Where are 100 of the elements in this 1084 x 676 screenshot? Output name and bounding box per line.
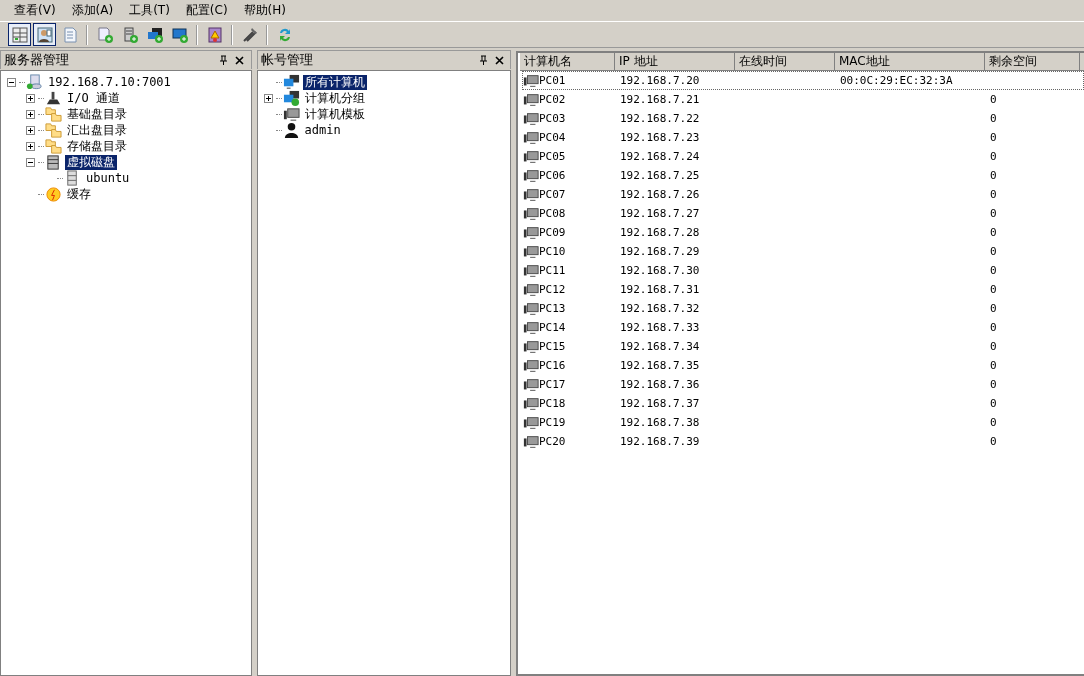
table-cell: PC18	[539, 397, 566, 410]
computer-icon	[523, 167, 539, 184]
tree-item[interactable]: 192.168.7.10:7001	[46, 74, 173, 90]
menu-item[interactable]: 查看(V)	[6, 0, 64, 21]
collapse-toggle[interactable]	[7, 77, 18, 87]
column-header[interactable]: 剩余空间	[985, 53, 1080, 70]
table-cell: PC13	[539, 302, 566, 315]
folders-icon	[45, 137, 62, 155]
tree-item[interactable]: 计算机分组	[302, 90, 367, 106]
table-cell: PC05	[539, 150, 566, 163]
expand-toggle[interactable]	[26, 141, 37, 151]
table-cell: 0	[990, 397, 997, 410]
expand-toggle[interactable]	[263, 93, 275, 103]
table-cell: PC08	[539, 207, 566, 220]
lightning-icon	[45, 185, 62, 203]
tree-item[interactable]: ubuntu	[84, 170, 132, 186]
toolbar-button[interactable]	[33, 23, 56, 46]
table-cell: 0	[990, 416, 997, 429]
table-cell-text: 192.168.7.30	[619, 264, 701, 277]
table-row[interactable]: PC15 192.168.7.34 0	[522, 337, 1084, 356]
warning-book-icon	[205, 25, 224, 44]
menu-item[interactable]: 添加(A)	[63, 0, 122, 21]
table-cell-text: 192.168.7.26	[619, 188, 701, 201]
tree-item[interactable]: 存储盘目录	[65, 138, 129, 154]
toolbar-button[interactable]	[8, 23, 31, 46]
table-row[interactable]: PC02 192.168.7.21 0	[522, 90, 1084, 109]
table-row[interactable]: PC13 192.168.7.32 0	[522, 299, 1084, 318]
table-row[interactable]: PC07 192.168.7.26 0	[522, 185, 1084, 204]
table-cell: 00:0C:29:EC:32:3A	[840, 74, 953, 87]
computer-icon	[523, 110, 539, 127]
table-row[interactable]: PC01 192.168.7.20 00:0C:29:EC:32:3A	[522, 71, 1084, 90]
menu-item[interactable]: 工具(T)	[121, 0, 178, 21]
table-cell: 0	[990, 359, 997, 372]
table-cell: PC20	[539, 435, 566, 448]
table-cell-text: 192.168.7.34	[619, 340, 701, 353]
expand-toggle[interactable]	[26, 125, 37, 135]
table-row[interactable]: PC06 192.168.7.25 0	[522, 166, 1084, 185]
folders-icon	[45, 121, 62, 139]
table-row[interactable]: PC09 192.168.7.28 0	[522, 223, 1084, 242]
table-row[interactable]: PC05 192.168.7.24 0	[522, 147, 1084, 166]
computer-icon	[523, 91, 539, 108]
table-cell: 0	[990, 207, 997, 220]
tree-item[interactable]: 汇出盘目录	[65, 122, 129, 138]
table-cell: PC17	[539, 378, 566, 391]
table-cell: PC14	[539, 321, 566, 334]
table-row[interactable]: PC12 192.168.7.31 0	[522, 280, 1084, 299]
table-row[interactable]: PC08 192.168.7.27 0	[522, 204, 1084, 223]
close-icon[interactable]	[494, 55, 504, 65]
table-cell: PC10	[539, 245, 566, 258]
table-cell: 0	[990, 340, 997, 353]
table-cell-text: 192.168.7.39	[619, 435, 701, 448]
pin-icon[interactable]	[219, 55, 228, 65]
column-header[interactable]: IP 地址	[615, 53, 735, 70]
tree-item[interactable]: I/O 通道	[65, 90, 122, 106]
pin-icon[interactable]	[478, 55, 488, 65]
menu-item[interactable]: 配置(C)	[177, 0, 236, 21]
tree-item[interactable]: 缓存	[65, 186, 93, 202]
table-cell: PC04	[539, 131, 566, 144]
table-cell: PC16	[539, 359, 566, 372]
table-cell-text: 192.168.7.36	[619, 378, 701, 391]
table-row[interactable]: PC11 192.168.7.30 0	[522, 261, 1084, 280]
table-cell: PC12	[539, 283, 566, 296]
tree-item[interactable]: 基础盘目录	[65, 106, 129, 122]
menu-item[interactable]: 帮助(H)	[235, 0, 294, 21]
table-cell: 0	[990, 169, 997, 182]
computer-icon	[523, 262, 539, 279]
column-header[interactable]: MAC地址	[835, 53, 985, 70]
table-row[interactable]: PC17 192.168.7.36 0	[522, 375, 1084, 394]
computer-icon	[523, 300, 539, 317]
column-header[interactable]: 计算机名	[520, 53, 615, 70]
table-cell: 0	[990, 226, 997, 239]
close-icon[interactable]	[235, 55, 244, 65]
column-header[interactable]: 在线时间	[735, 53, 835, 70]
table-row[interactable]: PC10 192.168.7.29 0	[522, 242, 1084, 261]
table-cell-text: 192.168.7.25	[619, 169, 701, 182]
add-document-icon	[95, 25, 114, 44]
tree-item[interactable]: 虚拟磁盘	[65, 154, 117, 170]
table-row[interactable]: PC18 192.168.7.37 0	[522, 394, 1084, 413]
table-row[interactable]: PC14 192.168.7.33 0	[522, 318, 1084, 337]
computers-icon	[282, 73, 300, 91]
table-row[interactable]: PC19 192.168.7.38 0	[522, 413, 1084, 432]
tree-item[interactable]: 计算机模板	[302, 106, 367, 122]
table-row[interactable]: PC03 192.168.7.22 0	[522, 109, 1084, 128]
computer-icon	[523, 338, 539, 355]
expand-toggle[interactable]	[26, 109, 37, 119]
table-cell: 0	[990, 264, 997, 277]
table-cell-text: 192.168.7.23	[619, 131, 701, 144]
tree-item[interactable]: 所有计算机	[302, 74, 367, 90]
table-cell: PC11	[539, 264, 566, 277]
computer-icon	[523, 243, 539, 260]
computer-icon	[523, 357, 539, 374]
table-cell: 0	[990, 93, 997, 106]
table-cell-text: 192.168.7.24	[619, 150, 701, 163]
collapse-toggle[interactable]	[26, 157, 37, 167]
table-row[interactable]: PC20 192.168.7.39 0	[522, 432, 1084, 451]
expand-toggle[interactable]	[26, 93, 37, 103]
table-cell: PC09	[539, 226, 566, 239]
tree-item[interactable]: admin	[302, 122, 343, 138]
table-row[interactable]: PC16 192.168.7.35 0	[522, 356, 1084, 375]
table-row[interactable]: PC04 192.168.7.23 0	[522, 128, 1084, 147]
